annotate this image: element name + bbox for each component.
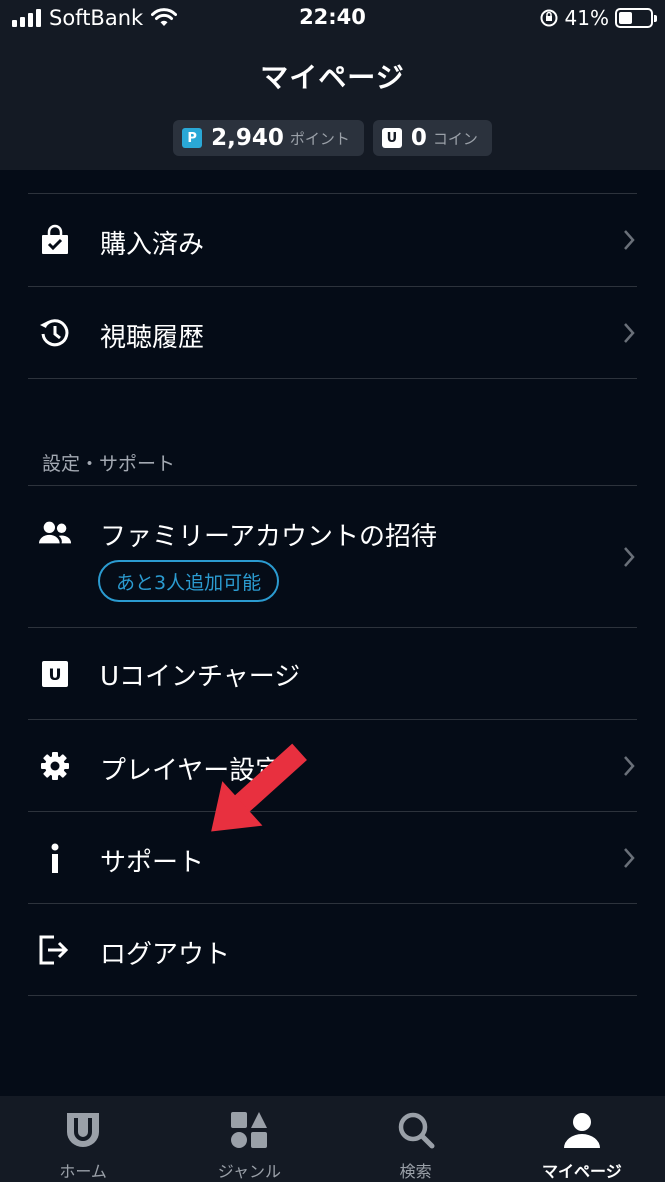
chevron-right-icon [624,756,635,776]
points-icon: P [182,128,203,148]
battery-icon [615,8,657,28]
tab-search[interactable]: 検索 [333,1096,499,1182]
home-shield-icon [67,1113,100,1147]
menu-label-history: 視聴履歴 [100,323,205,353]
page-title: マイページ [260,61,405,94]
menu-label-logout: ログアウト [100,940,231,970]
menu-item-purchased[interactable]: 購入済み [28,194,637,286]
chevron-right-icon [624,230,635,250]
header: SoftBank 22:40 41% マイページ P 2,940 ポイント U … [0,0,665,170]
search-icon [398,1112,435,1149]
section-heading-settings: 設定・サポート [42,453,176,475]
menu-label-coin-charge: Uコインチャージ [100,662,301,692]
u-coin-icon: U [38,657,72,691]
menu-label-family: ファミリーアカウントの招待 [100,522,437,552]
annotation-arrow-icon [211,743,307,832]
people-icon [38,516,72,550]
points-unit: ポイント [289,129,350,148]
menu-item-logout[interactable]: ログアウト [28,904,637,995]
tab-label-search: 検索 [399,1162,432,1181]
tab-home[interactable]: ホーム [0,1096,166,1182]
battery-percent: 41% [564,6,609,30]
logout-icon [38,933,72,967]
chevron-right-icon [624,848,635,868]
points-value: 2,940 [211,125,284,151]
points-balance[interactable]: P 2,940 ポイント [173,120,364,156]
tab-label-genre: ジャンル [217,1162,281,1181]
menu-item-player-settings[interactable]: プレイヤー設定 [28,720,637,811]
coin-icon: U [381,128,402,148]
tab-mypage[interactable]: マイページ [499,1096,665,1182]
history-icon [38,316,72,350]
coins-unit: コイン [432,129,478,148]
divider [28,378,637,379]
divider [28,995,637,996]
user-icon [563,1113,600,1148]
tab-label-home: ホーム [59,1162,107,1181]
family-slots-badge: あと3人追加可能 [98,560,280,602]
tab-genre[interactable]: ジャンル [166,1096,332,1182]
coins-value: 0 [410,125,427,151]
gear-icon [38,749,72,783]
tab-bar: ホーム ジャンル 検索 マイページ [0,1096,665,1182]
menu-item-family[interactable]: ファミリーアカウントの招待 あと3人追加可能 [28,486,637,627]
coins-balance[interactable]: U 0 コイン [372,120,492,156]
menu-item-history[interactable]: 視聴履歴 [28,287,637,378]
menu-label-purchased: 購入済み [100,230,205,260]
menu-item-coin-charge[interactable]: U Uコインチャージ [28,628,637,719]
menu-label-support: サポート [100,848,205,878]
status-bar: SoftBank 22:40 41% [0,0,665,36]
balance-bar: P 2,940 ポイント U 0 コイン [0,120,665,156]
genre-grid-icon [231,1112,268,1148]
shopping-bag-icon [38,223,72,257]
u-coin-badge: U [42,661,68,687]
tab-label-mypage: マイページ [542,1162,622,1181]
chevron-right-icon [624,323,635,343]
menu-item-support[interactable]: サポート [28,812,637,903]
chevron-right-icon [624,547,635,567]
info-icon [38,841,72,875]
orientation-lock-icon [540,9,558,27]
